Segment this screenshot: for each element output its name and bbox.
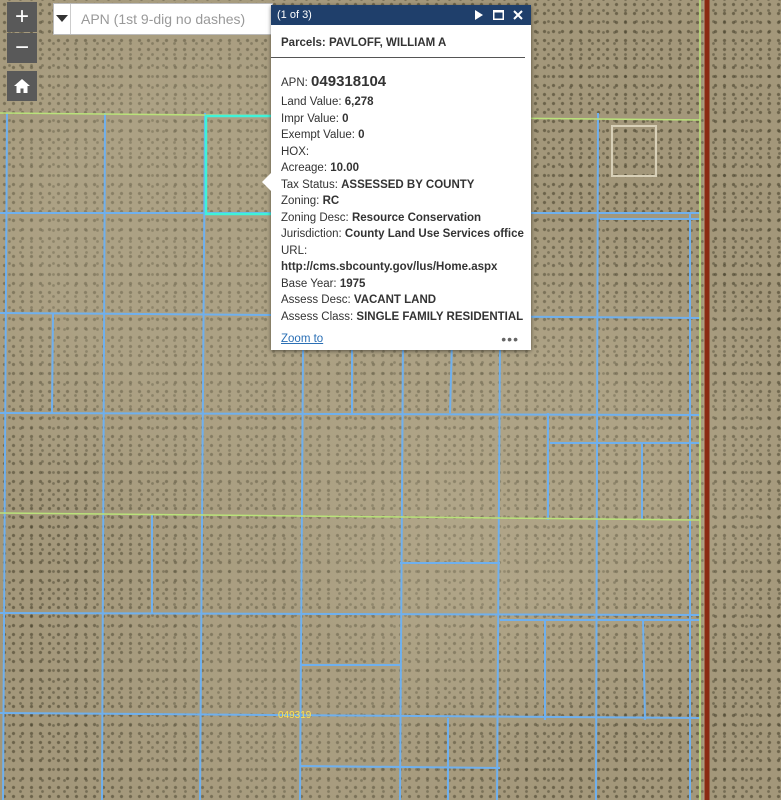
zoom-to-link[interactable]: Zoom to bbox=[281, 333, 323, 345]
field-label: Zoning Desc: bbox=[281, 211, 349, 224]
search-input[interactable] bbox=[71, 4, 272, 34]
home-icon bbox=[14, 79, 30, 93]
field-apn: APN: 049318104 bbox=[281, 72, 521, 93]
field-land-value: Land Value: 6,278 bbox=[281, 94, 521, 111]
zoom-in-button[interactable]: + bbox=[7, 2, 37, 32]
url-link[interactable]: http://cms.sbcounty.gov/lus/Home.aspx bbox=[281, 259, 521, 276]
field-label: Assess Desc: bbox=[281, 294, 351, 306]
popup-counter: (1 of 3) bbox=[277, 9, 312, 21]
next-feature-icon[interactable] bbox=[471, 8, 485, 22]
field-value: SINGLE FAMILY RESIDENTIAL bbox=[356, 310, 524, 323]
field-label: Land Value: bbox=[281, 96, 342, 108]
field-assess-class: Assess Class: SINGLE FAMILY RESIDENTIAL bbox=[281, 309, 524, 326]
search-source-dropdown[interactable] bbox=[54, 4, 71, 34]
field-value: 1975 bbox=[339, 277, 366, 290]
caret-down-icon bbox=[56, 15, 68, 22]
field-url-label: URL: bbox=[281, 243, 521, 260]
apn-value: 049318104 bbox=[311, 73, 387, 90]
more-options-icon[interactable]: ••• bbox=[501, 331, 519, 347]
maximize-icon[interactable] bbox=[491, 8, 505, 22]
field-label: Zoning: bbox=[281, 195, 320, 207]
field-value: RC bbox=[322, 195, 340, 207]
popup-title: Parcels: PAVLOFF, WILLIAM A bbox=[271, 25, 525, 58]
field-value: 0 bbox=[342, 112, 349, 125]
field-value: County Land Use Services office bbox=[344, 228, 524, 240]
field-base-year: Base Year: 1975 bbox=[281, 276, 521, 293]
search-widget bbox=[53, 3, 273, 35]
home-button[interactable] bbox=[7, 71, 37, 101]
parcel-number-label: 049319 bbox=[278, 710, 312, 721]
field-value: 10.00 bbox=[330, 162, 360, 174]
parcel-popup: (1 of 3) Parcels: PAVLOFF, WILLIAM A APN… bbox=[262, 5, 531, 350]
popup-pointer bbox=[262, 173, 271, 191]
field-value: 6,278 bbox=[344, 96, 374, 108]
field-label: Base Year: bbox=[281, 277, 337, 290]
field-label: Jurisdiction: bbox=[281, 228, 342, 240]
field-label: Impr Value: bbox=[281, 112, 339, 125]
field-label: Assess Class: bbox=[281, 310, 354, 323]
field-impr-value: Impr Value: 0 bbox=[281, 111, 521, 128]
field-zoning: Zoning: RC bbox=[281, 193, 521, 210]
field-label: Exempt Value: bbox=[281, 129, 355, 141]
field-label: URL: bbox=[281, 244, 308, 257]
field-label: HOX: bbox=[281, 145, 310, 158]
field-tax-status: Tax Status: ASSESSED BY COUNTY bbox=[281, 177, 521, 194]
field-zoning-desc: Zoning Desc: Resource Conservation bbox=[281, 210, 521, 227]
field-exempt-value: Exempt Value: 0 bbox=[281, 127, 521, 144]
field-label: Tax Status: bbox=[281, 178, 338, 191]
field-acreage: Acreage: 10.00 bbox=[281, 160, 521, 177]
close-icon[interactable] bbox=[511, 8, 525, 22]
field-label: Acreage: bbox=[281, 162, 328, 174]
compound-structure bbox=[611, 125, 657, 177]
selected-parcel-outline bbox=[204, 114, 278, 216]
zoom-out-button[interactable]: − bbox=[7, 33, 37, 63]
field-assess-desc: Assess Desc: VACANT LAND bbox=[281, 292, 521, 309]
field-hox: HOX: bbox=[281, 144, 521, 161]
popup-header: (1 of 3) bbox=[271, 5, 531, 25]
field-value: Resource Conservation bbox=[351, 211, 482, 224]
field-value: ASSESSED BY COUNTY bbox=[341, 178, 475, 191]
field-label: APN: bbox=[281, 77, 308, 89]
field-jurisdiction: Jurisdiction: County Land Use Services o… bbox=[281, 226, 524, 243]
field-value: VACANT LAND bbox=[353, 294, 437, 306]
popup-body: APN: 049318104 Land Value: 6,278 Impr Va… bbox=[271, 58, 531, 325]
field-value: 0 bbox=[358, 129, 365, 141]
popup-footer: Zoom to ••• bbox=[281, 331, 519, 347]
